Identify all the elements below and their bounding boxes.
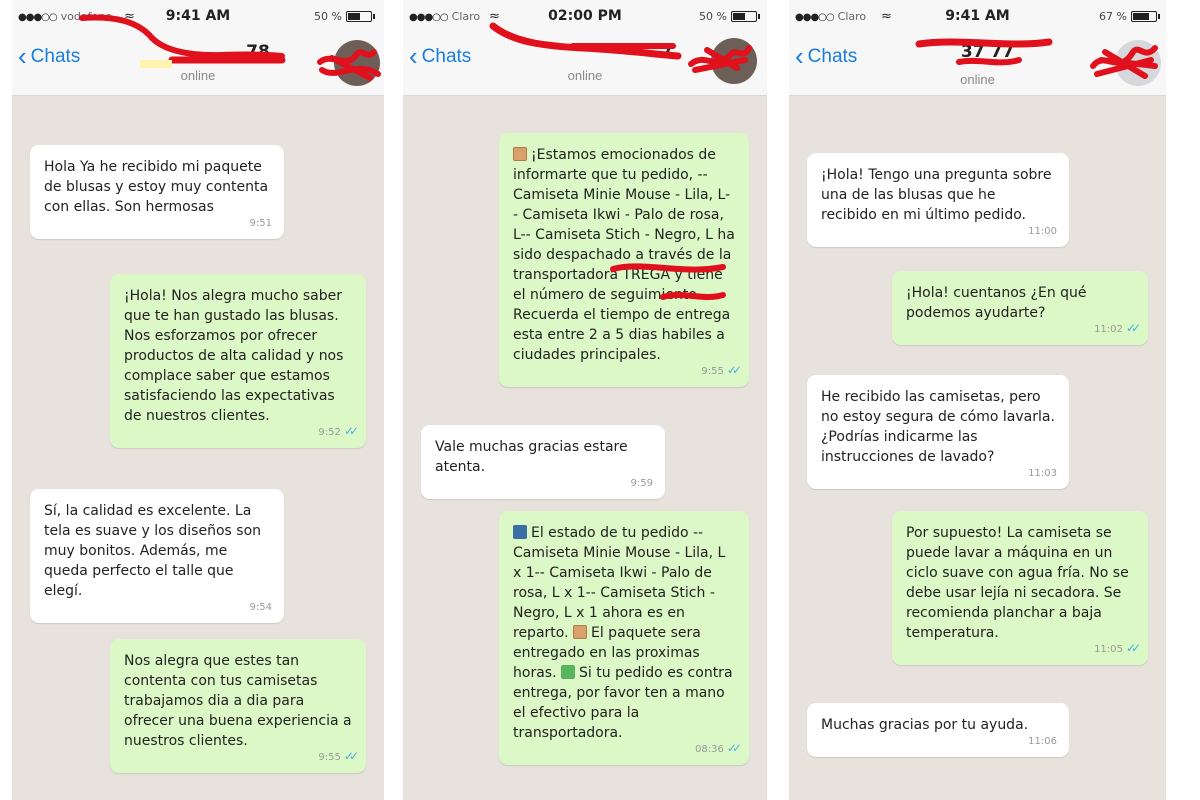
chevron-left-icon: ‹ bbox=[409, 41, 418, 71]
message-body: ¡Estamos emocionados de informarte que t… bbox=[513, 147, 735, 363]
message-incoming[interactable]: Hola Ya he recibido mi paquete de blusas… bbox=[30, 145, 284, 239]
back-button[interactable]: ‹ Chats bbox=[409, 43, 472, 69]
message-text: ¡Hola! Tengo una pregunta sobre una de l… bbox=[821, 167, 1052, 223]
contact-status: online bbox=[180, 68, 216, 83]
contact-avatar[interactable] bbox=[1115, 40, 1161, 86]
chat-screen-3: ●●●○○ Claro ≈ 9:41 AM 67 % ‹ Chats 37 77 o… bbox=[789, 0, 1166, 800]
message-time: 11:03 bbox=[1028, 468, 1057, 479]
message-time: 9:55 bbox=[701, 366, 724, 377]
message-list[interactable]: Hola Ya he recibido mi paquete de blusas… bbox=[12, 97, 384, 800]
back-button[interactable]: ‹ Chats bbox=[18, 43, 80, 69]
read-ticks-icon: ✓✓ bbox=[343, 749, 359, 763]
chat-header: ●●●○○ Claro ≈ 9:41 AM 67 % ‹ Chats 37 77 o… bbox=[789, 0, 1166, 96]
battery-icon bbox=[346, 11, 375, 22]
message-list[interactable]: ¡Estamos emocionados de informarte que t… bbox=[403, 97, 767, 800]
battery-percent: 67 % bbox=[1099, 10, 1127, 23]
battery-icon bbox=[731, 11, 760, 22]
money-icon bbox=[560, 665, 575, 679]
message-outgoing[interactable]: ¡Estamos emocionados de informarte que t… bbox=[499, 133, 749, 387]
message-text: Hola Ya he recibido mi paquete de blusas… bbox=[44, 159, 269, 215]
message-incoming[interactable]: Sí, la calidad es excelente. La tela es … bbox=[30, 489, 284, 623]
message-meta: 9:55 ✓✓ bbox=[318, 746, 359, 768]
message-meta: 11:03 bbox=[1028, 464, 1057, 484]
message-incoming[interactable]: Muchas gracias por tu ayuda. 11:06 bbox=[807, 703, 1069, 757]
read-ticks-icon: ✓✓ bbox=[726, 363, 742, 377]
chat-screen-1: ●●●○○ vodafone ≈ 9:41 AM 50 % ‹ Chats 78 o… bbox=[12, 0, 384, 800]
message-meta: 11:00 bbox=[1028, 222, 1057, 242]
battery-percent: 50 % bbox=[314, 10, 342, 23]
message-meta: 11:02 ✓✓ bbox=[1094, 318, 1141, 340]
package-icon bbox=[573, 625, 587, 639]
message-outgoing[interactable]: ¡Hola! Nos alegra mucho saber que te han… bbox=[110, 274, 366, 448]
message-text: Por supuesto! La camiseta se puede lavar… bbox=[906, 525, 1129, 641]
package-icon bbox=[513, 147, 527, 161]
message-time: 9:59 bbox=[630, 478, 653, 489]
back-label: Chats bbox=[421, 46, 472, 67]
read-ticks-icon: ✓✓ bbox=[1125, 321, 1141, 335]
message-outgoing[interactable]: El estado de tu pedido -- Camiseta Minie… bbox=[499, 511, 749, 765]
message-text: ¡Estamos emocionados de informarte que t… bbox=[513, 145, 735, 365]
contact-avatar[interactable] bbox=[334, 40, 380, 86]
message-time: 9:51 bbox=[249, 218, 272, 229]
message-meta: 9:55 ✓✓ bbox=[701, 360, 742, 382]
message-meta: 9:52 ✓✓ bbox=[318, 421, 359, 443]
battery-icon bbox=[1131, 11, 1160, 22]
message-meta: 08:36 ✓✓ bbox=[695, 738, 742, 760]
chat-header: ●●●○○ vodafone ≈ 9:41 AM 50 % ‹ Chats 78 o… bbox=[12, 0, 384, 96]
read-ticks-icon: ✓✓ bbox=[1125, 641, 1141, 655]
chat-header: ●●●○○ Claro ≈ 02:00 PM 50 % ‹ Chats 7 onli… bbox=[403, 0, 767, 96]
message-time: 9:54 bbox=[249, 602, 272, 613]
chat-screen-2: ●●●○○ Claro ≈ 02:00 PM 50 % ‹ Chats 7 onli… bbox=[403, 0, 767, 800]
message-meta: 9:54 bbox=[250, 598, 272, 618]
message-time: 08:36 bbox=[695, 744, 724, 755]
message-meta: 11:05 ✓✓ bbox=[1094, 638, 1141, 660]
chevron-left-icon: ‹ bbox=[18, 41, 27, 71]
message-time: 11:02 bbox=[1094, 324, 1123, 335]
message-outgoing[interactable]: Por supuesto! La camiseta se puede lavar… bbox=[892, 511, 1148, 665]
message-body: El estado de tu pedido -- Camiseta Minie… bbox=[513, 525, 726, 641]
message-list[interactable]: ¡Hola! Tengo una pregunta sobre una de l… bbox=[789, 97, 1166, 800]
message-text: He recibido las camisetas, pero no estoy… bbox=[821, 389, 1055, 465]
message-text: Muchas gracias por tu ayuda. bbox=[821, 717, 1029, 733]
message-outgoing[interactable]: Nos alegra que estes tan contenta con tu… bbox=[110, 639, 366, 773]
message-meta: 9:51 bbox=[250, 214, 272, 234]
battery-percent: 50 % bbox=[699, 10, 727, 23]
contact-status: online bbox=[960, 72, 995, 87]
message-incoming[interactable]: ¡Hola! Tengo una pregunta sobre una de l… bbox=[807, 153, 1069, 247]
message-text: Vale muchas gracias estare atenta. bbox=[435, 439, 628, 475]
message-incoming[interactable]: Vale muchas gracias estare atenta. 9:59 bbox=[421, 425, 665, 499]
contact-name[interactable]: 37 77 bbox=[799, 42, 1166, 62]
message-time: 11:05 bbox=[1094, 644, 1123, 655]
message-text: Sí, la calidad es excelente. La tela es … bbox=[44, 503, 262, 599]
status-bar: ●●●○○ Claro ≈ 02:00 PM 50 % bbox=[403, 8, 767, 28]
read-ticks-icon: ✓✓ bbox=[726, 741, 742, 755]
message-time: 11:06 bbox=[1028, 736, 1057, 747]
message-text: Nos alegra que estes tan contenta con tu… bbox=[124, 653, 352, 749]
message-meta: 9:59 bbox=[631, 474, 653, 494]
message-text: El estado de tu pedido -- Camiseta Minie… bbox=[513, 523, 735, 743]
contact-avatar[interactable] bbox=[711, 38, 757, 84]
status-bar: ●●●○○ Claro ≈ 9:41 AM 67 % bbox=[789, 8, 1166, 28]
message-outgoing[interactable]: ¡Hola! cuentanos ¿En qué podemos ayudart… bbox=[892, 271, 1148, 345]
read-ticks-icon: ✓✓ bbox=[343, 424, 359, 438]
message-time: 11:00 bbox=[1028, 226, 1057, 237]
message-incoming[interactable]: He recibido las camisetas, pero no estoy… bbox=[807, 375, 1069, 489]
message-text: ¡Hola! Nos alegra mucho saber que te han… bbox=[124, 288, 344, 424]
message-time: 9:55 bbox=[318, 752, 341, 763]
truck-icon bbox=[513, 525, 527, 539]
message-time: 9:52 bbox=[318, 427, 341, 438]
message-text: ¡Hola! cuentanos ¿En qué podemos ayudart… bbox=[906, 285, 1087, 321]
status-bar: ●●●○○ vodafone ≈ 9:41 AM 50 % bbox=[12, 8, 384, 28]
message-meta: 11:06 bbox=[1028, 732, 1057, 752]
